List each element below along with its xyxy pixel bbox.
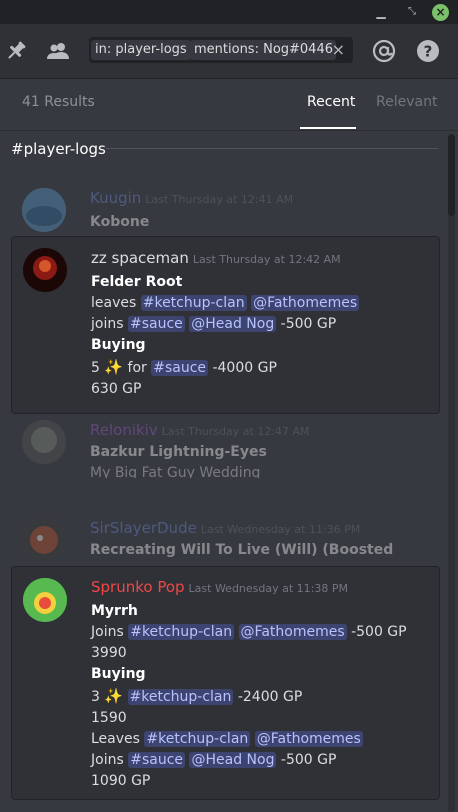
message-line: 3 ✨ #ketchup-clan -2400 GP xyxy=(91,687,303,705)
help-icon[interactable]: ? xyxy=(414,37,442,65)
message-line: My Big Fat Guy Wedding xyxy=(90,465,261,478)
search-filter-mentions[interactable]: mentions: Nog#0446 xyxy=(190,40,336,60)
tab-recent[interactable]: Recent xyxy=(307,94,355,110)
message-line: Kobone xyxy=(90,214,150,230)
message-author[interactable]: Sprunko Pop Last Wednesday at 11:38 PM xyxy=(91,578,348,596)
toolbar: in: player-logs mentions: Nog#0446 × ? xyxy=(0,24,458,79)
message-timestamp: Last Thursday at 12:41 AM xyxy=(145,193,294,206)
channel-mention[interactable]: #ketchup-clan xyxy=(127,689,234,705)
message-line: Myrrh xyxy=(91,603,138,619)
sparkles-emoji-icon: ✨ xyxy=(104,687,124,705)
svg-text:?: ? xyxy=(424,43,433,61)
search-result-message[interactable]: Sprunko Pop Last Wednesday at 11:38 PM My… xyxy=(11,566,440,800)
message-line: Joins #ketchup-clan @Fathomemes -500 GP xyxy=(91,624,407,640)
search-result-message[interactable]: Relonikiv Last Thursday at 12:47 AM Bazku… xyxy=(11,414,440,478)
message-line: leaves #ketchup-clan @Fathomemes xyxy=(91,295,360,311)
tab-relevant[interactable]: Relevant xyxy=(376,94,437,110)
message-line: 5 ✨ for #sauce -4000 GP xyxy=(91,358,277,376)
message-author[interactable]: zz spaceman Last Thursday at 12:42 AM xyxy=(91,249,341,267)
message-timestamp: Last Thursday at 12:47 AM xyxy=(161,425,310,438)
search-result-message[interactable]: Kuugin Last Thursday at 12:41 AM Kobone xyxy=(11,180,440,232)
user-mention[interactable]: @Head Nog xyxy=(189,316,277,332)
pin-icon[interactable] xyxy=(2,37,30,65)
minimize-icon[interactable]: ▁ xyxy=(372,3,390,21)
message-line: Leaves #ketchup-clan @Fathomemes xyxy=(91,731,363,747)
message-line: 3990 xyxy=(91,645,127,661)
channel-mention[interactable]: #ketchup-clan xyxy=(128,624,235,640)
close-icon[interactable]: × xyxy=(432,4,449,21)
user-mention[interactable]: @Fathomemes xyxy=(254,731,363,747)
scrollbar-thumb[interactable] xyxy=(448,134,455,216)
user-mention[interactable]: @Fathomemes xyxy=(238,624,347,640)
user-mention[interactable]: @Fathomemes xyxy=(251,295,360,311)
avatar[interactable] xyxy=(22,188,66,232)
message-line: Bazkur Lightning-Eyes xyxy=(90,444,267,460)
mentions-icon[interactable] xyxy=(370,37,398,65)
search-input[interactable]: in: player-logs mentions: Nog#0446 × xyxy=(89,37,353,63)
divider xyxy=(106,148,438,149)
search-filter-in[interactable]: in: player-logs xyxy=(91,40,191,60)
avatar[interactable] xyxy=(22,420,66,464)
avatar[interactable] xyxy=(23,578,67,622)
avatar[interactable] xyxy=(23,248,67,292)
message-author[interactable]: Kuugin Last Thursday at 12:41 AM xyxy=(90,189,293,207)
members-icon[interactable] xyxy=(44,37,72,65)
message-line: 1590 xyxy=(91,710,127,726)
avatar[interactable] xyxy=(22,518,66,560)
message-author[interactable]: Relonikiv Last Thursday at 12:47 AM xyxy=(90,421,310,439)
clear-search-icon[interactable]: × xyxy=(332,40,345,60)
results-count: 41 Results xyxy=(22,94,95,110)
sparkles-emoji-icon: ✨ xyxy=(104,358,124,376)
search-result-message[interactable]: SirSlayerDude Last Wednesday at 11:36 PM … xyxy=(11,512,440,560)
message-line: Felder Root xyxy=(91,274,183,290)
message-line: Buying xyxy=(91,666,146,682)
channel-mention[interactable]: #sauce xyxy=(151,360,209,376)
message-line: Buying xyxy=(91,337,146,353)
search-result-message[interactable]: zz spaceman Last Thursday at 12:42 AM Fel… xyxy=(11,236,440,414)
message-line: Recreating Will To Live (Will) (Boosted xyxy=(90,542,394,558)
message-timestamp: Last Wednesday at 11:38 PM xyxy=(188,582,348,595)
channel-mention[interactable]: #ketchup-clan xyxy=(140,295,247,311)
maximize-icon[interactable]: ⤡ xyxy=(403,3,421,21)
scrollbar-track[interactable] xyxy=(448,135,455,812)
message-author[interactable]: SirSlayerDude Last Wednesday at 11:36 PM xyxy=(90,519,360,537)
message-line: 630 GP xyxy=(91,381,142,397)
message-line: 1090 GP xyxy=(91,773,151,789)
user-mention[interactable]: @Head Nog xyxy=(189,752,277,768)
message-timestamp: Last Thursday at 12:42 AM xyxy=(192,253,341,266)
channel-mention[interactable]: #ketchup-clan xyxy=(144,731,251,747)
message-timestamp: Last Wednesday at 11:36 PM xyxy=(200,523,361,536)
channel-heading[interactable]: #player-logs xyxy=(11,140,106,158)
window-titlebar: ▁ ⤡ × xyxy=(0,0,458,24)
channel-mention[interactable]: #sauce xyxy=(127,316,185,332)
active-tab-indicator xyxy=(300,127,356,129)
message-line: joins #sauce @Head Nog -500 GP xyxy=(91,316,337,332)
channel-mention[interactable]: #sauce xyxy=(128,752,186,768)
message-line: Joins #sauce @Head Nog -500 GP xyxy=(91,752,337,768)
results-header: 41 Results Recent Relevant xyxy=(0,78,458,131)
